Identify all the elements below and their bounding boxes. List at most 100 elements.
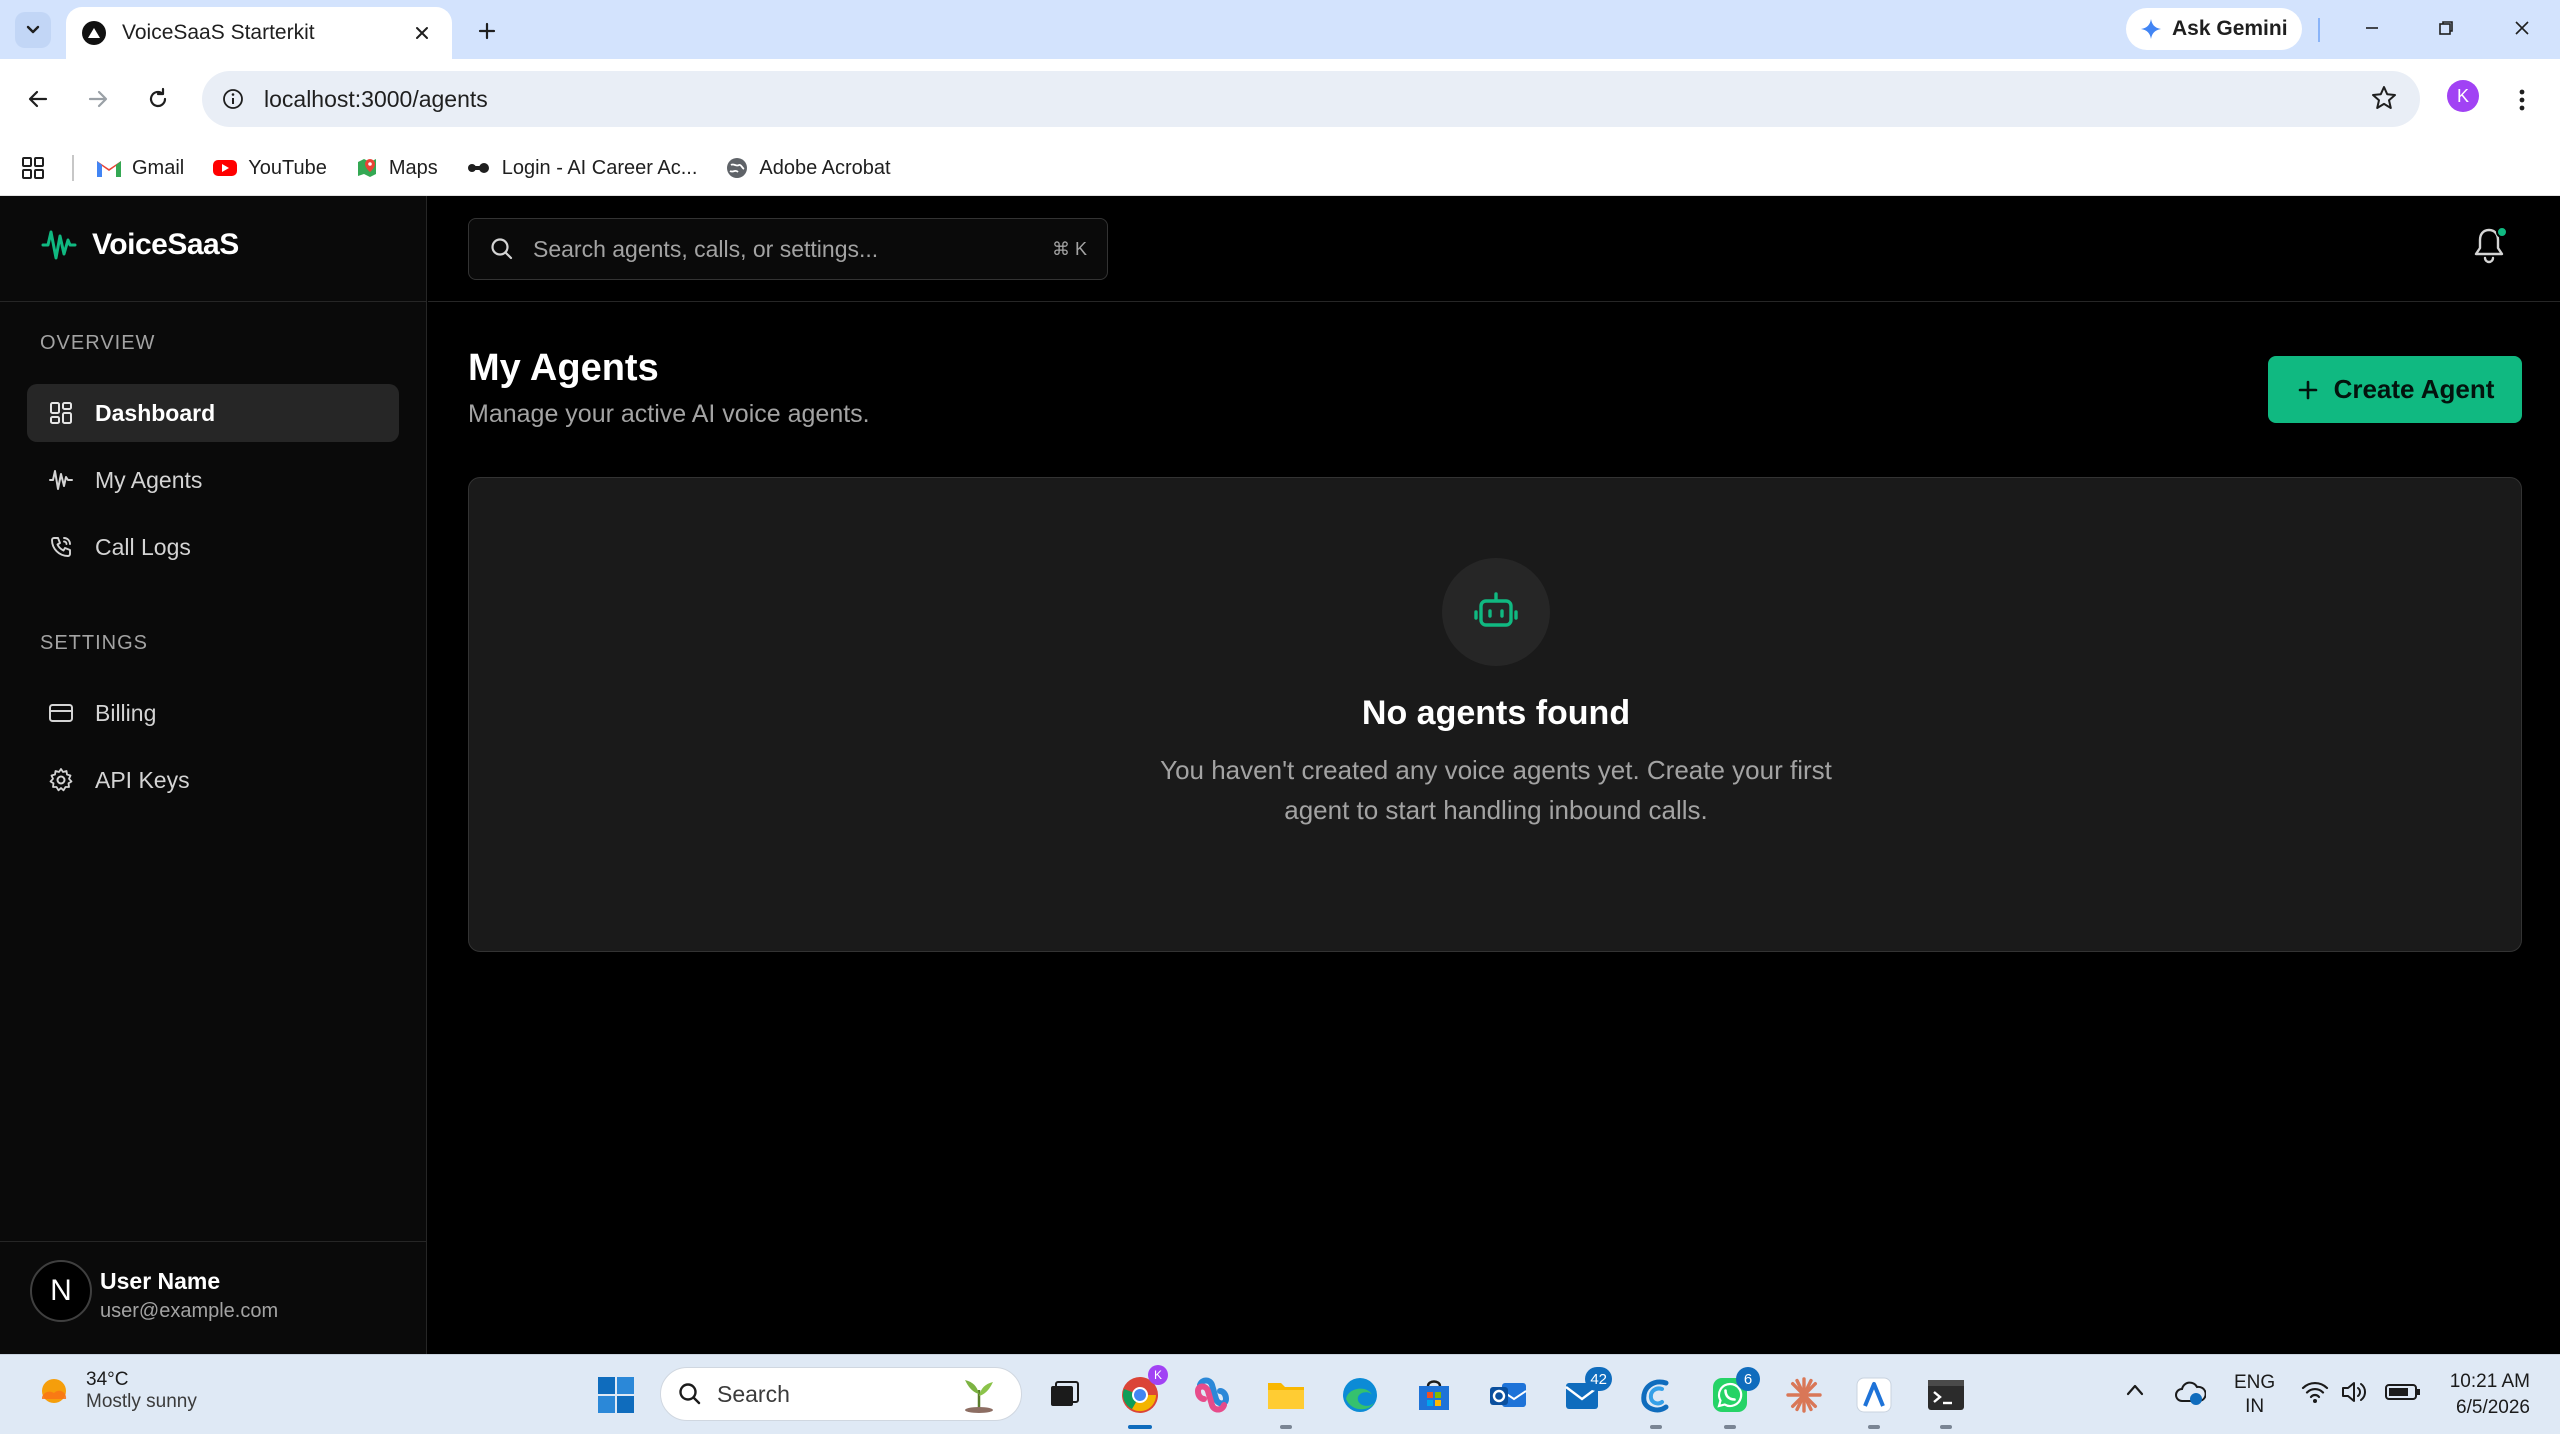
taskbar-search[interactable]: Search — [660, 1367, 1022, 1421]
start-button[interactable] — [596, 1375, 636, 1420]
taskbar-store[interactable] — [1410, 1371, 1458, 1419]
ask-gemini-button[interactable]: Ask Gemini — [2126, 8, 2302, 50]
taskbar-claude[interactable] — [1780, 1371, 1828, 1419]
taskbar-outlook-new[interactable] — [1484, 1371, 1532, 1419]
close-icon — [2515, 21, 2529, 35]
taskbar-app-a[interactable] — [1850, 1371, 1898, 1419]
chevron-up-icon — [2126, 1384, 2144, 1396]
outlook-icon — [1490, 1383, 1527, 1407]
main-content: My Agents Manage your active AI voice ag… — [428, 303, 2560, 1354]
wifi-icon — [2301, 1381, 2329, 1403]
empty-state-title: No agents found — [1361, 694, 1631, 732]
region-code: IN — [2245, 1396, 2265, 1417]
sidebar-item-dashboard[interactable]: Dashboard — [27, 384, 399, 442]
search-input[interactable]: Search agents, calls, or settings... ⌘ K — [468, 218, 1108, 280]
bookmark-gmail-label: Gmail — [132, 156, 185, 179]
bookmark-maps-label: Maps — [388, 156, 438, 179]
empty-state-card: No agents found You haven't created any … — [468, 477, 2522, 952]
notifications-button[interactable] — [2472, 226, 2512, 266]
gmail-icon — [96, 158, 122, 178]
arrow-right-icon — [88, 90, 108, 108]
tab-bar-divider — [2318, 18, 2320, 42]
forward-button[interactable] — [78, 79, 118, 119]
tray-cloud[interactable] — [2174, 1379, 2206, 1407]
bookmark-youtube[interactable]: YouTube — [212, 157, 327, 180]
minimize-icon — [2366, 27, 2378, 29]
browser-tab-active[interactable]: VoiceSaaS Starterkit — [66, 7, 452, 59]
folder-icon — [1268, 1383, 1304, 1409]
tab-close-icon[interactable] — [408, 19, 436, 47]
gear-icon — [47, 766, 75, 794]
bot-icon — [1442, 558, 1550, 666]
dashboard-icon — [47, 399, 75, 427]
taskbar-outlook[interactable]: 42 — [1558, 1367, 1612, 1419]
bookmark-star-icon[interactable] — [2370, 84, 2398, 117]
brand-name: VoiceSaaS — [92, 228, 239, 261]
brand-logo[interactable]: VoiceSaaS — [40, 226, 239, 264]
taskbar-task-view[interactable] — [1040, 1371, 1088, 1419]
sidebar-item-api-keys[interactable]: API Keys — [27, 751, 399, 809]
close-window-button[interactable] — [2502, 10, 2542, 46]
section-label-overview: OVERVIEW — [40, 332, 156, 354]
browser-toolbar: localhost:3000/agents K — [0, 59, 2560, 141]
taskbar-whatsapp[interactable]: 6 — [1706, 1367, 1760, 1419]
copilot-icon — [1194, 1377, 1230, 1413]
input-language[interactable]: ENG IN — [2234, 1371, 2275, 1419]
back-button[interactable] — [18, 79, 58, 119]
section-label-settings: SETTINGS — [40, 632, 149, 654]
sidebar-item-billing[interactable]: Billing — [27, 684, 399, 742]
page-title: My Agents — [468, 347, 659, 389]
reload-button[interactable] — [138, 79, 178, 119]
taskbar-terminal[interactable] — [1922, 1371, 1970, 1419]
user-profile[interactable]: N User Name user@example.com — [0, 1241, 427, 1354]
show-hidden-icons[interactable] — [2124, 1379, 2146, 1401]
weather-widget[interactable]: 34°C Mostly sunny — [34, 1369, 197, 1413]
chrome-profile-badge: K — [1148, 1365, 1168, 1385]
outlook-unread-badge: 42 — [1585, 1367, 1612, 1391]
sidebar-item-label: My Agents — [95, 466, 203, 493]
sidebar-item-label: API Keys — [95, 766, 190, 793]
bookmark-adobe-acrobat[interactable]: Adobe Acrobat — [725, 156, 891, 180]
profile-avatar[interactable]: K — [2447, 80, 2479, 112]
sidebar-divider — [0, 301, 427, 302]
sidebar-item-label: Dashboard — [95, 399, 216, 426]
weather-temp: 34°C — [86, 1369, 129, 1390]
youtube-icon — [212, 158, 238, 178]
system-clock[interactable]: 10:21 AM 6/5/2026 — [2440, 1369, 2530, 1421]
restore-button[interactable] — [2426, 10, 2466, 46]
browser-menu-icon[interactable] — [2510, 80, 2534, 120]
new-tab-button[interactable] — [470, 14, 504, 48]
taskbar-app-c[interactable] — [1632, 1371, 1680, 1419]
sidebar-item-call-logs[interactable]: Call Logs — [27, 518, 399, 576]
sidebar-item-label: Billing — [95, 699, 157, 726]
letter-a-app-icon — [1856, 1377, 1892, 1413]
bookmark-maps[interactable]: Maps — [355, 156, 438, 180]
create-agent-label: Create Agent — [2333, 374, 2495, 404]
taskbar-file-explorer[interactable] — [1262, 1371, 1310, 1419]
tab-title: VoiceSaaS Starterkit — [122, 21, 315, 44]
url-text[interactable]: localhost:3000/agents — [264, 86, 488, 113]
vercel-favicon-icon — [82, 21, 106, 45]
windows-taskbar: 34°C Mostly sunny Search K 42 6 ENG IN 1… — [0, 1354, 2560, 1434]
minimize-button[interactable] — [2352, 10, 2392, 46]
maps-icon — [355, 156, 379, 180]
sidebar-item-my-agents[interactable]: My Agents — [27, 451, 399, 509]
tab-search-button[interactable] — [15, 12, 51, 48]
chrome-running-indicator — [1128, 1425, 1152, 1429]
notification-dot — [2496, 226, 2508, 238]
address-bar[interactable]: localhost:3000/agents — [202, 71, 2420, 127]
taskbar-edge[interactable] — [1336, 1371, 1384, 1419]
tray-network-volume-battery[interactable] — [2300, 1379, 2422, 1405]
site-info-icon[interactable] — [222, 88, 244, 110]
chevron-down-icon — [26, 25, 40, 34]
create-agent-button[interactable]: Create Agent — [2268, 356, 2522, 423]
windows-logo-icon — [598, 1377, 634, 1413]
cloud-sync-icon — [2175, 1381, 2206, 1405]
sidebar: VoiceSaaS OVERVIEW Dashboard My Agents C… — [0, 196, 427, 1354]
taskbar-chrome[interactable]: K — [1116, 1365, 1168, 1419]
taskbar-copilot[interactable] — [1188, 1371, 1236, 1419]
bookmark-career[interactable]: Login - AI Career Ac... — [466, 157, 697, 180]
bookmark-gmail[interactable]: Gmail — [96, 157, 184, 180]
clock-time: 10:21 AM — [2449, 1371, 2530, 1392]
apps-grid-icon[interactable] — [18, 153, 48, 183]
